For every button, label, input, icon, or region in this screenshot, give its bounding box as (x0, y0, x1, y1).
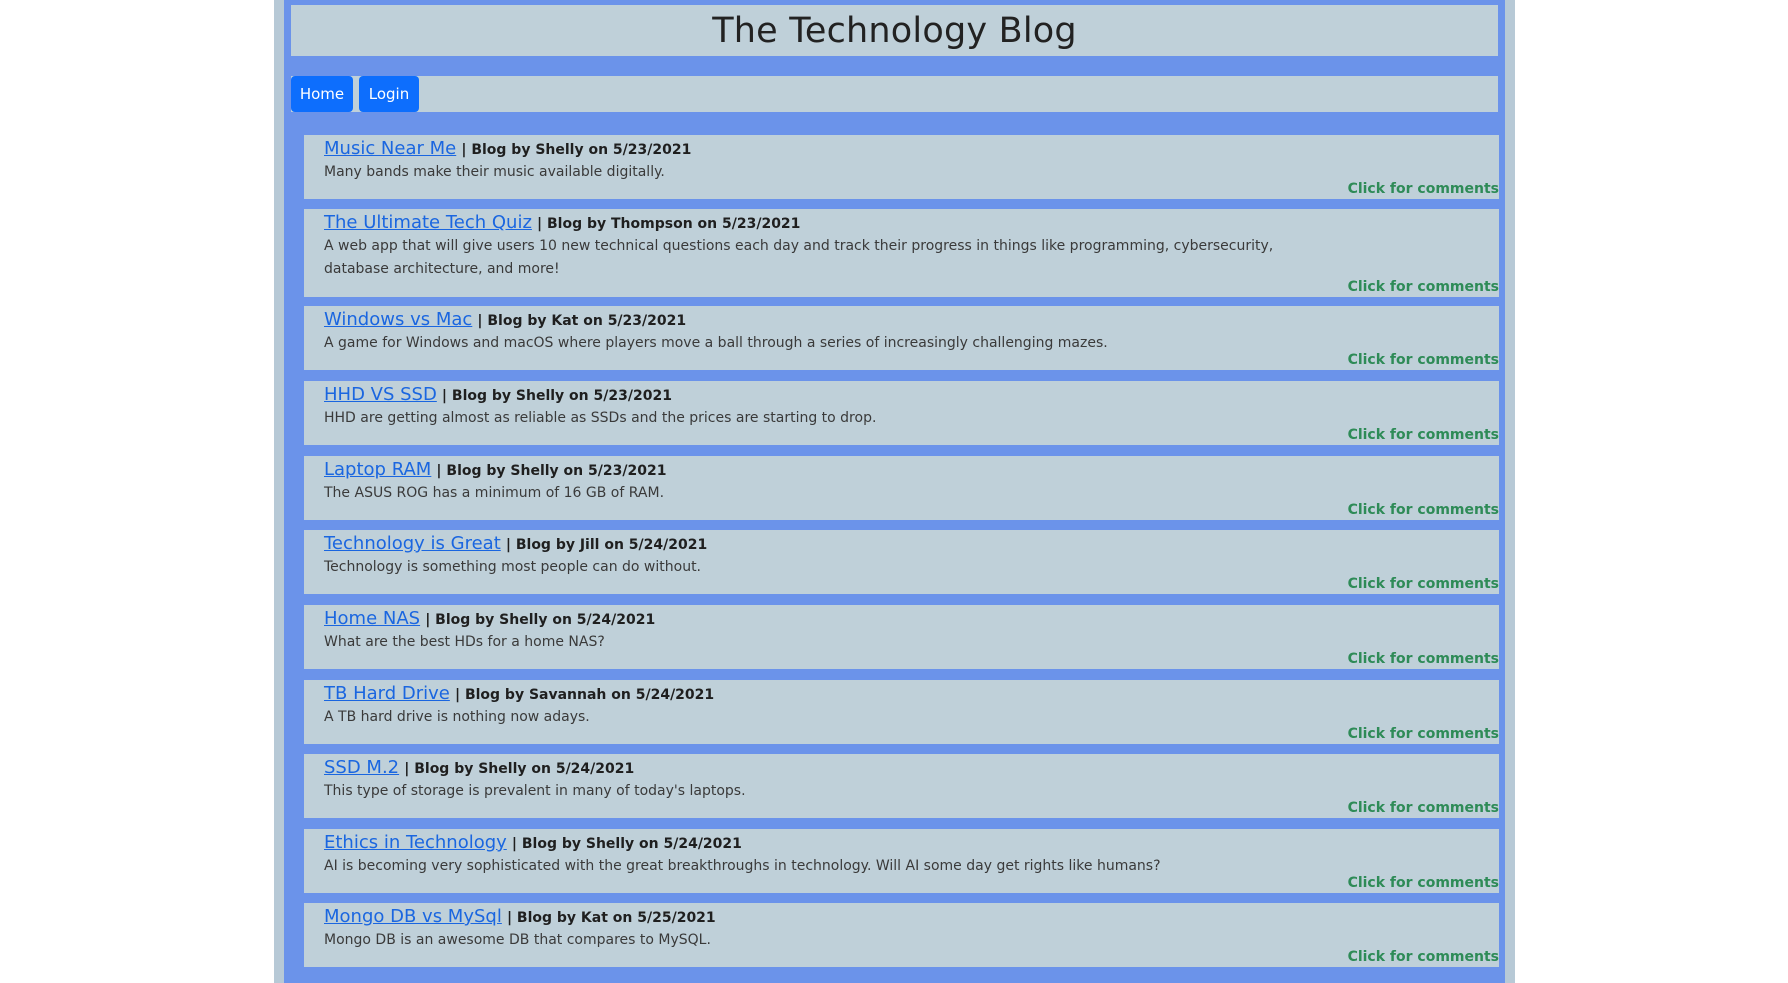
post-header: HHD VS SSD | Blog by Shelly on 5/23/2021 (324, 384, 1499, 407)
post-description: A TB hard drive is nothing now adays. (324, 709, 590, 725)
page-title: The Technology Blog (712, 10, 1077, 51)
page-container: The Technology Blog Home Login Music Nea… (284, 0, 1505, 983)
post-description: A web app that will give users 10 new te… (324, 238, 1274, 277)
comments-link[interactable]: Click for comments (1348, 800, 1499, 816)
post-title-link[interactable]: Windows vs Mac (324, 309, 472, 330)
post-header: Ethics in Technology | Blog by Shelly on… (324, 832, 1499, 855)
post-title-link[interactable]: Mongo DB vs MySql (324, 906, 502, 927)
post-meta: | Blog by Kat on 5/23/2021 (477, 313, 687, 329)
post-meta: | Blog by Shelly on 5/24/2021 (511, 836, 742, 852)
post-description: AI is becoming very sophisticated with t… (324, 858, 1161, 874)
post-description: The ASUS ROG has a minimum of 16 GB of R… (324, 485, 665, 501)
post-header: Music Near Me | Blog by Shelly on 5/23/2… (324, 138, 1499, 161)
post-title-link[interactable]: Music Near Me (324, 138, 456, 159)
post-title-link[interactable]: HHD VS SSD (324, 384, 437, 405)
post-header: Laptop RAM | Blog by Shelly on 5/23/2021 (324, 459, 1499, 482)
page-frame: The Technology Blog Home Login Music Nea… (274, 0, 1515, 983)
header-bar: The Technology Blog (291, 5, 1498, 56)
post-title-link[interactable]: Technology is Great (324, 533, 501, 554)
comments-link[interactable]: Click for comments (1348, 181, 1499, 197)
post-meta: | Blog by Shelly on 5/23/2021 (441, 388, 672, 404)
post-title-link[interactable]: TB Hard Drive (324, 683, 450, 704)
login-button[interactable]: Login (359, 76, 419, 112)
comments-link[interactable]: Click for comments (1348, 875, 1499, 891)
post-header: Mongo DB vs MySql | Blog by Kat on 5/25/… (324, 906, 1499, 929)
post-header: Technology is Great | Blog by Jill on 5/… (324, 533, 1499, 556)
post-title-link[interactable]: Laptop RAM (324, 459, 431, 480)
post-meta: | Blog by Savannah on 5/24/2021 (454, 687, 715, 703)
home-button[interactable]: Home (291, 76, 353, 112)
post-description: What are the best HDs for a home NAS? (324, 634, 605, 650)
post-meta: | Blog by Shelly on 5/24/2021 (425, 612, 656, 628)
post-header: The Ultimate Tech Quiz | Blog by Thompso… (324, 212, 1499, 235)
post-description: Technology is something most people can … (324, 559, 702, 575)
comments-link[interactable]: Click for comments (1348, 279, 1499, 295)
post-card: Home NAS | Blog by Shelly on 5/24/2021 W… (304, 605, 1499, 669)
comments-link[interactable]: Click for comments (1348, 576, 1499, 592)
post-description: A game for Windows and macOS where playe… (324, 335, 1108, 351)
post-meta: | Blog by Thompson on 5/23/2021 (537, 216, 801, 232)
post-description: Many bands make their music available di… (324, 164, 665, 180)
post-title-link[interactable]: Home NAS (324, 608, 420, 629)
post-header: Windows vs Mac | Blog by Kat on 5/23/202… (324, 309, 1499, 332)
post-header: Home NAS | Blog by Shelly on 5/24/2021 (324, 608, 1499, 631)
post-header: TB Hard Drive | Blog by Savannah on 5/24… (324, 683, 1499, 706)
post-description: This type of storage is prevalent in man… (324, 783, 746, 799)
post-meta: | Blog by Shelly on 5/24/2021 (404, 761, 635, 777)
comments-link[interactable]: Click for comments (1348, 502, 1499, 518)
post-meta: | Blog by Shelly on 5/23/2021 (436, 463, 667, 479)
post-card: HHD VS SSD | Blog by Shelly on 5/23/2021… (304, 381, 1499, 445)
post-meta: | Blog by Kat on 5/25/2021 (506, 910, 716, 926)
comments-link[interactable]: Click for comments (1348, 726, 1499, 742)
post-card: Technology is Great | Blog by Jill on 5/… (304, 530, 1499, 594)
post-description: HHD are getting almost as reliable as SS… (324, 410, 877, 426)
post-header: SSD M.2 | Blog by Shelly on 5/24/2021 (324, 757, 1499, 780)
nav-bar: Home Login (291, 76, 1498, 112)
post-card: Music Near Me | Blog by Shelly on 5/23/2… (304, 135, 1499, 199)
post-title-link[interactable]: SSD M.2 (324, 757, 399, 778)
post-card: The Ultimate Tech Quiz | Blog by Thompso… (304, 209, 1499, 297)
comments-link[interactable]: Click for comments (1348, 949, 1499, 965)
post-card: Mongo DB vs MySql | Blog by Kat on 5/25/… (304, 903, 1499, 967)
post-description: Mongo DB is an awesome DB that compares … (324, 932, 711, 948)
comments-link[interactable]: Click for comments (1348, 427, 1499, 443)
comments-link[interactable]: Click for comments (1348, 352, 1499, 368)
post-card: Laptop RAM | Blog by Shelly on 5/23/2021… (304, 456, 1499, 520)
post-meta: | Blog by Shelly on 5/23/2021 (461, 142, 692, 158)
post-meta: | Blog by Jill on 5/24/2021 (505, 537, 708, 553)
post-card: TB Hard Drive | Blog by Savannah on 5/24… (304, 680, 1499, 744)
post-title-link[interactable]: The Ultimate Tech Quiz (324, 212, 532, 233)
post-title-link[interactable]: Ethics in Technology (324, 832, 507, 853)
post-card: Windows vs Mac | Blog by Kat on 5/23/202… (304, 306, 1499, 370)
comments-link[interactable]: Click for comments (1348, 651, 1499, 667)
post-card: Ethics in Technology | Blog by Shelly on… (304, 829, 1499, 893)
post-card: SSD M.2 | Blog by Shelly on 5/24/2021 Th… (304, 754, 1499, 818)
